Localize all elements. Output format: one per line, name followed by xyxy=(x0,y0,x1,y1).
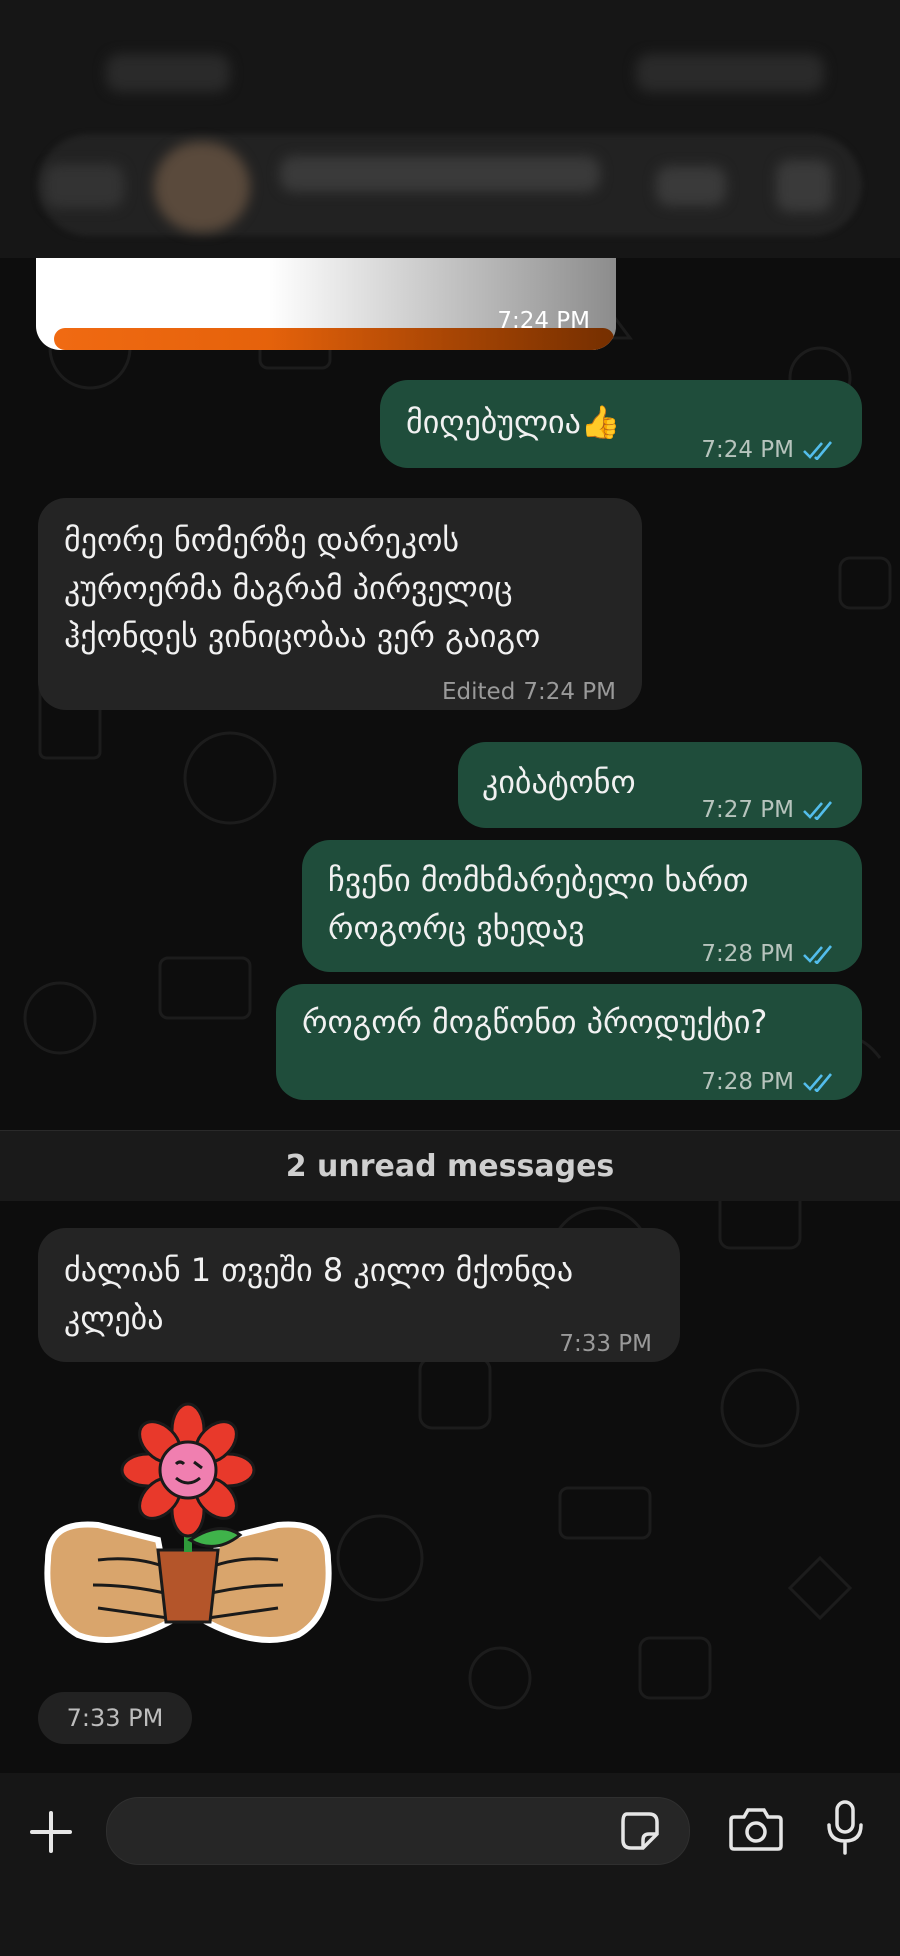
double-check-icon xyxy=(803,801,833,820)
back-button[interactable] xyxy=(44,164,124,208)
camera-icon[interactable] xyxy=(728,1803,784,1855)
double-check-icon xyxy=(803,1073,833,1092)
status-icons xyxy=(636,54,824,92)
message-time: 7:28 PM xyxy=(701,1069,794,1095)
message-line: ჩვენი მომხმარებელი ხართ xyxy=(328,861,749,899)
message-meta: 7:28 PM xyxy=(701,1058,836,1106)
message-text: მიღებულია👍 xyxy=(406,403,621,441)
flower-sticker[interactable] xyxy=(38,1400,338,1660)
message-time: 7:24 PM xyxy=(497,308,590,334)
incoming-image-card[interactable]: 7:24 PM xyxy=(36,258,616,350)
message-line: ჰქონდეს ვინიცობაა ვერ გაიგო xyxy=(64,617,541,655)
double-check-icon xyxy=(803,945,833,964)
message-meta: 7:28 PM xyxy=(701,930,836,978)
outgoing-message[interactable]: მიღებულია👍 7:24 PM xyxy=(380,380,862,468)
outgoing-message[interactable]: როგორ მოგწონთ პროდუქტი? 7:28 PM xyxy=(276,984,862,1100)
outgoing-message[interactable]: კიბატონო 7:27 PM xyxy=(458,742,862,828)
double-check-icon xyxy=(803,441,833,460)
message-composer xyxy=(0,1773,900,1956)
message-line: ძალიან 1 თვეში 8 კილო მქონდა xyxy=(64,1251,574,1289)
chat-header xyxy=(0,0,900,258)
card-shade xyxy=(36,258,616,350)
card-body xyxy=(36,258,616,350)
message-time: 7:24 PM xyxy=(523,679,616,705)
edited-label: Edited xyxy=(442,679,516,705)
message-line: კუროერმა მაგრამ პირველიც xyxy=(64,569,513,607)
message-meta: 7:24 PM xyxy=(701,426,836,474)
avatar[interactable] xyxy=(154,142,250,232)
outgoing-message[interactable]: ჩვენი მომხმარებელი ხართ როგორც ვხედავ 7:… xyxy=(302,840,862,972)
contact-name[interactable] xyxy=(280,156,600,192)
sticker-time: 7:33 PM xyxy=(38,1692,192,1744)
message-time: 7:24 PM xyxy=(701,437,794,463)
message-meta: 7:27 PM xyxy=(701,786,836,834)
message-input[interactable] xyxy=(106,1797,690,1865)
video-call-icon[interactable] xyxy=(656,166,726,206)
message-line: მეორე ნომერზე დარეკოს xyxy=(64,521,460,559)
status-time xyxy=(106,54,230,92)
message-text: კიბატონო xyxy=(482,763,636,801)
message-time: 7:28 PM xyxy=(701,941,794,967)
message-time: 7:27 PM xyxy=(701,797,794,823)
message-line: როგორც ვხედავ xyxy=(328,909,585,947)
microphone-icon[interactable] xyxy=(824,1799,866,1857)
plus-icon[interactable] xyxy=(28,1809,74,1855)
message-text: როგორ მოგწონთ პროდუქტი? xyxy=(302,1003,768,1041)
message-meta: 7:33 PM xyxy=(559,1320,652,1368)
voice-call-icon[interactable] xyxy=(776,160,832,212)
sticker-icon[interactable] xyxy=(619,1810,661,1852)
incoming-message[interactable]: მეორე ნომერზე დარეკოს კუროერმა მაგრამ პი… xyxy=(38,498,642,710)
message-time: 7:33 PM xyxy=(559,1331,652,1357)
message-meta: Edited 7:24 PM xyxy=(442,668,616,716)
incoming-message[interactable]: ძალიან 1 თვეში 8 კილო მქონდა კლება 7:33 … xyxy=(38,1228,680,1362)
message-line: კლება xyxy=(64,1299,164,1337)
unread-messages-banner: 2 unread messages xyxy=(0,1130,900,1201)
